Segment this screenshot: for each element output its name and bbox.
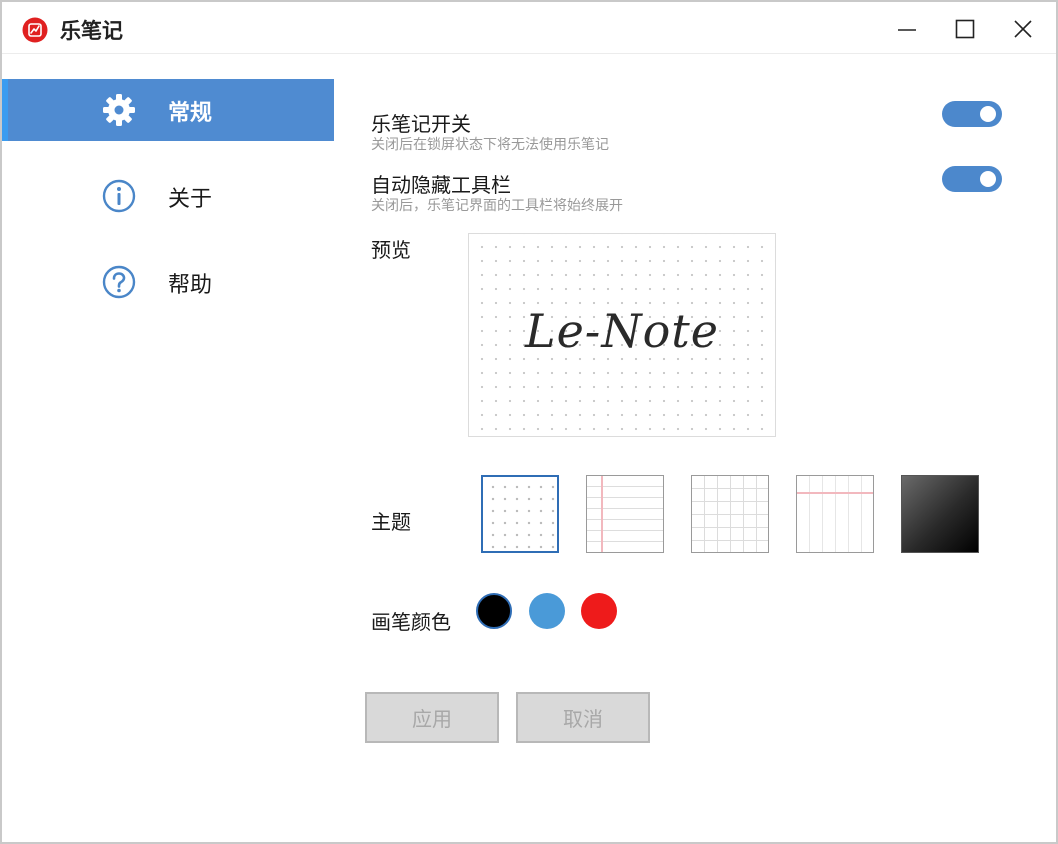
- pen-color-label: 画笔颜色: [371, 610, 451, 634]
- theme-option-dark[interactable]: [901, 475, 979, 553]
- sidebar-item-general[interactable]: 常规: [2, 79, 334, 141]
- cancel-button[interactable]: 取消: [516, 692, 650, 743]
- sidebar-item-label: 常规: [168, 101, 213, 126]
- pen-color-blue[interactable]: [529, 593, 565, 629]
- auto-hide-toolbar-title: 自动隐藏工具栏: [371, 173, 511, 197]
- toggle-knob: [980, 106, 996, 122]
- preview-label: 预览: [371, 238, 411, 262]
- sidebar: 常规 关于 帮助: [2, 79, 334, 337]
- theme-option-ruled-margin[interactable]: [586, 475, 664, 553]
- sidebar-item-label: 帮助: [168, 273, 213, 298]
- auto-hide-toolbar-description: 关闭后，乐笔记界面的工具栏将始终展开: [371, 198, 623, 214]
- gear-icon: [103, 94, 135, 126]
- app-title: 乐笔记: [60, 19, 123, 43]
- pen-color-red[interactable]: [581, 593, 617, 629]
- theme-label: 主题: [371, 510, 411, 534]
- help-icon: [102, 265, 136, 299]
- app-logo-icon: [22, 17, 48, 43]
- theme-option-header-ruled[interactable]: [796, 475, 874, 553]
- settings-window: 乐笔记 常规 关于 帮助 乐笔记开关 关闭后在锁屏状态下将无法使用乐笔记 自动隐…: [0, 0, 1058, 844]
- lock-screen-switch-description: 关闭后在锁屏状态下将无法使用乐笔记: [371, 137, 609, 153]
- preview-sample-text: Le-Note: [525, 304, 719, 358]
- apply-button[interactable]: 应用: [365, 692, 499, 743]
- pen-color-black[interactable]: [476, 593, 512, 629]
- close-button[interactable]: [1000, 6, 1046, 52]
- title-bar[interactable]: 乐笔记: [2, 2, 1056, 54]
- sidebar-item-about[interactable]: 关于: [2, 165, 334, 227]
- minimize-button[interactable]: [884, 6, 930, 52]
- sidebar-item-label: 关于: [168, 187, 213, 212]
- lock-screen-switch-title: 乐笔记开关: [371, 112, 471, 136]
- auto-hide-toolbar-toggle[interactable]: [942, 166, 1002, 192]
- minimize-icon: [898, 29, 916, 31]
- theme-option-dots[interactable]: [481, 475, 559, 553]
- sidebar-item-help[interactable]: 帮助: [2, 251, 334, 313]
- preview-canvas: Le-Note: [468, 233, 776, 437]
- info-icon: [102, 179, 136, 213]
- maximize-button[interactable]: [942, 6, 988, 52]
- theme-option-grid[interactable]: [691, 475, 769, 553]
- lock-screen-switch-toggle[interactable]: [942, 101, 1002, 127]
- close-icon: [1014, 20, 1032, 38]
- toggle-knob: [980, 171, 996, 187]
- maximize-icon: [955, 19, 975, 39]
